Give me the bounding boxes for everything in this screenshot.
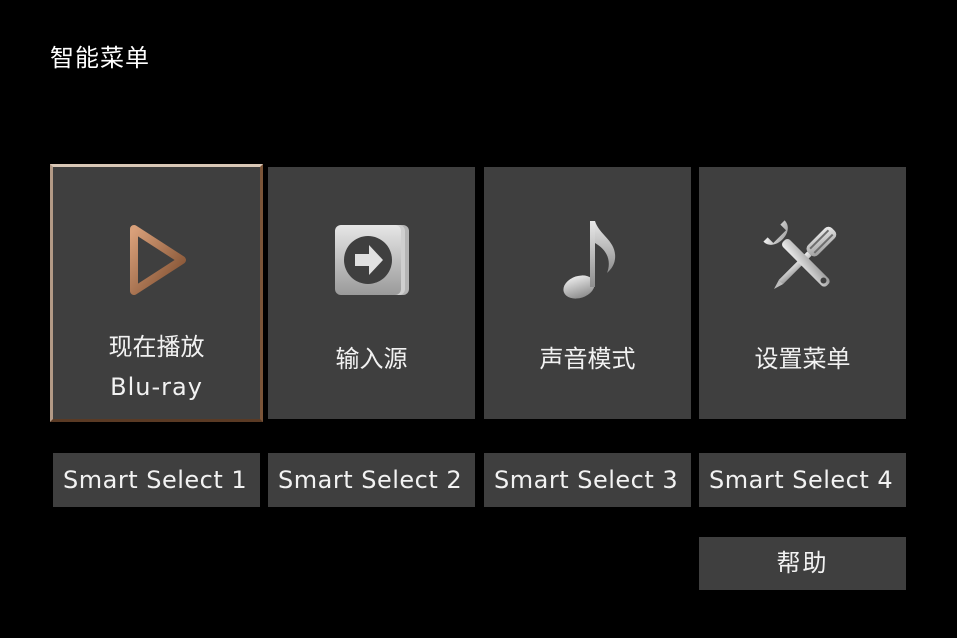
tile-input-source[interactable]: 输入源 [268,167,475,419]
tile-label: 声音模式 [539,345,636,373]
input-source-icon [334,225,409,295]
smart-select-3-button[interactable]: Smart Select 3 [484,453,691,507]
help-button[interactable]: 帮助 [699,537,906,590]
smart-select-1-button[interactable]: Smart Select 1 [53,453,260,507]
smart-select-4-button[interactable]: Smart Select 4 [699,453,906,507]
play-icon [129,225,186,295]
tile-sound-mode[interactable]: 声音模式 [484,167,691,419]
tile-sublabel: Blu-ray [110,373,203,401]
music-note-icon [562,221,615,299]
smart-select-2-button[interactable]: Smart Select 2 [268,453,475,507]
tile-setup-menu[interactable]: 设置菜单 [699,167,906,419]
menu-title: 智能菜单 [50,44,150,72]
tools-icon [762,220,836,289]
tile-label: 现在播放 [108,333,205,361]
tile-label: 输入源 [335,345,408,373]
tile-now-playing[interactable]: 现在播放 Blu-ray [50,164,263,422]
tile-label: 设置菜单 [754,345,851,373]
